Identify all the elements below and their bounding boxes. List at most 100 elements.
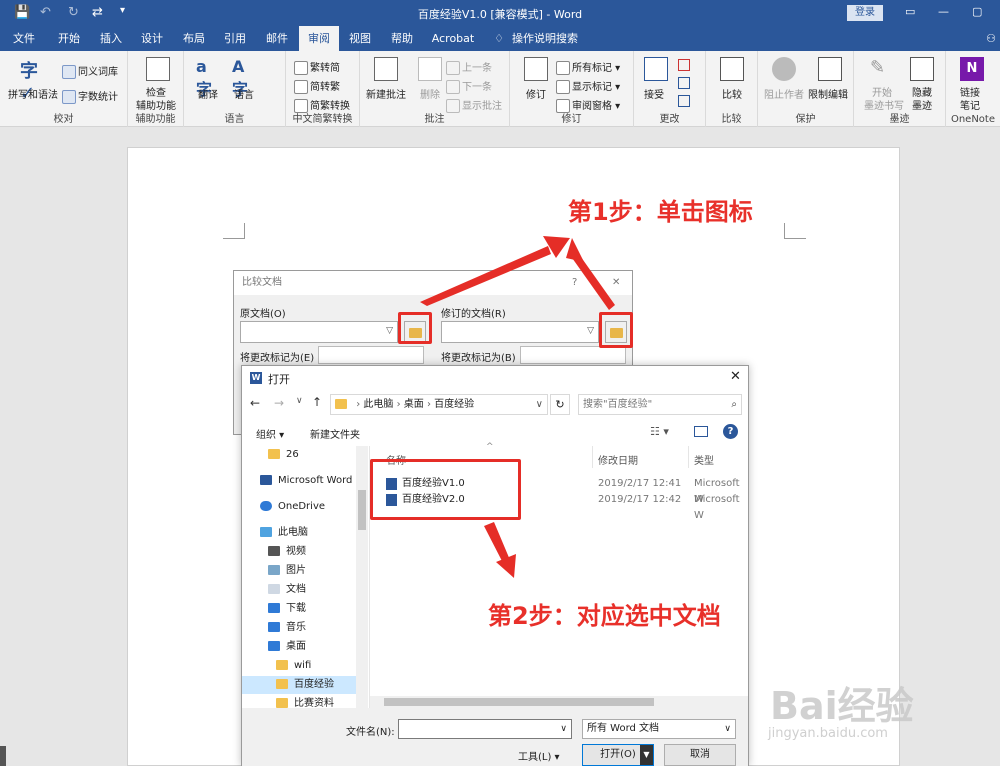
translate-button[interactable]: 翻译 (198, 86, 218, 101)
all-markup-select[interactable]: 所有标记 ▾ (556, 59, 620, 75)
tab-view[interactable]: 视图 (341, 26, 379, 51)
thesaurus-button[interactable]: 同义词库 (62, 63, 118, 79)
cancel-button[interactable]: 取消 (664, 744, 736, 766)
nav-item-pictures[interactable]: 图片 (268, 562, 306, 580)
prev-comment-button[interactable]: 上一条 (446, 59, 492, 75)
organize-button[interactable]: 组织 ▾ (256, 426, 284, 441)
preview-pane-icon[interactable] (694, 426, 708, 437)
accept-button[interactable]: 接受 (644, 86, 664, 101)
tab-home[interactable]: 开始 (50, 26, 88, 51)
close-icon[interactable]: ✕ (730, 369, 741, 384)
nav-item-baidu-selected[interactable]: 百度经验 (242, 676, 360, 694)
recent-locations-icon[interactable]: ∨ (296, 396, 303, 406)
label-changes-left-input[interactable] (318, 346, 424, 364)
nav-item-documents[interactable]: 文档 (268, 581, 306, 599)
picture-icon (268, 565, 280, 575)
label-changes-right-input[interactable] (520, 346, 626, 364)
revised-document-label: 修订的文档(R) (441, 309, 506, 320)
horizontal-scrollbar[interactable] (370, 696, 748, 708)
horizontal-scrollbar-thumb[interactable] (384, 698, 654, 706)
nav-item-contest[interactable]: 比赛资料 (276, 695, 334, 708)
nav-item-music[interactable]: 音乐 (268, 619, 306, 637)
help-icon[interactable]: ? (723, 424, 738, 439)
nav-item-26[interactable]: 26 (268, 446, 299, 464)
music-icon (268, 622, 280, 632)
column-type[interactable]: 类型 (694, 452, 714, 467)
trad-to-simp-button[interactable]: 繁转简 (294, 59, 340, 75)
prev-change-icon[interactable] (678, 77, 690, 89)
nav-item-wifi[interactable]: wifi (276, 657, 311, 675)
group-label-compare: 比较 (721, 114, 742, 125)
breadcrumb-baidu[interactable]: 百度经验 (434, 399, 474, 410)
filetype-select[interactable]: 所有 Word 文档 ∨ (582, 719, 736, 739)
close-icon[interactable]: ✕ (612, 271, 620, 295)
tab-layout[interactable]: 布局 (175, 26, 213, 51)
nav-scrollbar[interactable] (356, 446, 368, 708)
restrict-editing-button[interactable]: 限制编辑 (808, 86, 848, 101)
chevron-down-icon: ▽ (587, 326, 594, 336)
chevron-down-icon[interactable]: ∨ (536, 395, 543, 414)
nav-item-this-pc[interactable]: 此电脑 (260, 524, 308, 542)
thesaurus-icon (62, 65, 76, 79)
login-button[interactable]: 登录 (847, 5, 883, 21)
block-authors-button[interactable]: 阻止作者 (764, 86, 804, 101)
nav-item-onedrive[interactable]: OneDrive (260, 498, 325, 516)
forward-icon[interactable]: → (274, 396, 284, 410)
original-document-combo[interactable]: ▽ (240, 321, 398, 343)
refresh-icon[interactable]: ↻ (550, 394, 570, 415)
word-count-button[interactable]: 字数统计 (62, 88, 118, 104)
revised-document-combo[interactable]: ▽ (441, 321, 599, 343)
reject-icon[interactable] (678, 59, 690, 71)
user-icon[interactable]: ⚇ (984, 26, 998, 51)
chevron-down-icon: ∨ (724, 724, 731, 734)
column-date[interactable]: 修改日期 (598, 452, 638, 467)
computer-icon (260, 527, 272, 537)
compare-dialog-title: 比较文档 (242, 277, 282, 288)
tab-file[interactable]: 文件 (5, 26, 43, 51)
breadcrumb-this-pc[interactable]: 此电脑 (363, 399, 393, 410)
compare-button[interactable]: 比较 (722, 86, 742, 101)
up-icon[interactable]: ↑ (312, 395, 322, 409)
tab-acrobat[interactable]: Acrobat (428, 26, 478, 51)
search-input[interactable]: 搜索"百度经验" ⌕ (578, 394, 742, 415)
tab-references[interactable]: 引用 (216, 26, 254, 51)
minimize-icon[interactable]: — (938, 5, 949, 18)
maximize-icon[interactable]: ▢ (972, 5, 982, 18)
address-bar[interactable]: › 此电脑 › 桌面 › 百度经验 ∨ (330, 394, 548, 415)
help-button[interactable]: ? (572, 271, 577, 295)
show-markup-button[interactable]: 显示标记 ▾ (556, 78, 620, 94)
simp-to-trad-button[interactable]: 简转繁 (294, 78, 340, 94)
open-dropdown-icon[interactable]: ▼ (640, 745, 653, 765)
delete-comment-button[interactable]: 删除 (420, 86, 440, 101)
next-comment-button[interactable]: 下一条 (446, 78, 492, 94)
next-change-icon[interactable] (678, 95, 690, 107)
language-button[interactable]: 语言 (234, 86, 254, 101)
back-icon[interactable]: ← (250, 396, 260, 410)
filename-input[interactable]: ∨ (398, 719, 572, 739)
tab-design[interactable]: 设计 (133, 26, 171, 51)
track-changes-button[interactable]: 修订 (526, 86, 546, 101)
new-folder-button[interactable]: 新建文件夹 (310, 426, 360, 441)
tab-insert[interactable]: 插入 (92, 26, 130, 51)
group-protect: 阻止作者 限制编辑 保护 (758, 51, 854, 127)
tools-button[interactable]: 工具(L) ▾ (518, 748, 560, 763)
nav-item-videos[interactable]: 视频 (268, 543, 306, 561)
tell-me-search[interactable]: 操作说明搜索 (510, 26, 580, 51)
prev-comment-icon (446, 61, 460, 75)
hide-ink-icon (910, 57, 934, 81)
view-options-icon[interactable]: ☷ ▾ (650, 425, 669, 438)
spelling-grammar-button[interactable]: 拼写和语法 (8, 86, 58, 101)
nav-item-downloads[interactable]: 下载 (268, 600, 306, 618)
tab-help[interactable]: 帮助 (383, 26, 421, 51)
ribbon-display-icon[interactable]: ▭ (905, 5, 915, 18)
nav-item-desktop[interactable]: 桌面 (268, 638, 306, 656)
tab-mailings[interactable]: 邮件 (258, 26, 296, 51)
tab-review[interactable]: 审阅 (299, 26, 339, 51)
breadcrumb-desktop[interactable]: 桌面 (404, 399, 424, 410)
nav-item-word[interactable]: Microsoft Word (260, 472, 352, 490)
open-button[interactable]: 打开(O) ▼ (582, 744, 654, 766)
nav-scrollbar-thumb[interactable] (358, 490, 366, 530)
new-comment-button[interactable]: 新建批注 (366, 86, 406, 101)
delete-comment-icon (418, 57, 442, 81)
group-language: a字 翻译 A字 语言 语言 (184, 51, 286, 127)
